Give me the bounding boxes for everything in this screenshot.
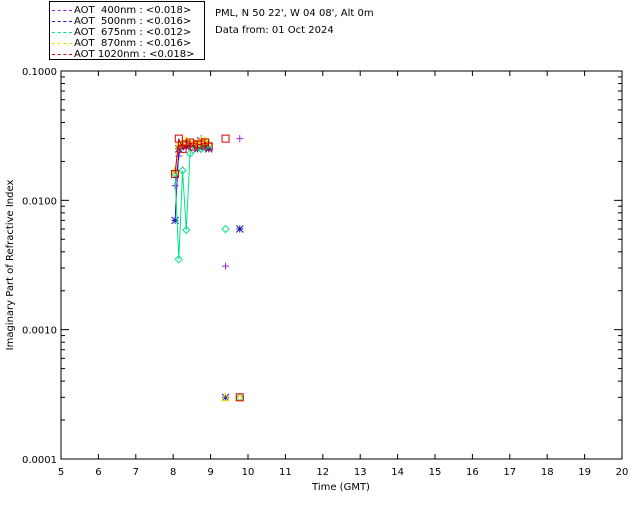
x-tick-label-15: 15 [429,467,442,478]
x-tick-label-18: 18 [541,467,554,478]
y-tick-label-0.0001: 0.0001 [22,455,57,466]
chart: 5 6 7 8 9 10 11 12 13 14 15 16 17 18 19 20 0.0001 0.0010… [5,67,629,493]
series-line-2 [174,143,209,260]
x-tick-label-9: 9 [207,467,213,478]
series-3-point-11 [235,392,245,402]
x-tick-label-19: 19 [578,467,591,478]
y-tick-label-0.0100: 0.0100 [22,196,57,207]
x-tick-label-11: 11 [279,467,292,478]
x-tick-label-6: 6 [95,467,101,478]
series-4-point-10 [221,134,230,143]
y-tick-label-0.0010: 0.0010 [22,326,57,337]
x-axis-label: Time (GMT) [311,482,370,493]
x-tick-label-10: 10 [242,467,255,478]
series-1-point-11 [235,225,244,233]
x-tick-label-13: 13 [354,467,367,478]
x-tick-label-12: 12 [316,467,329,478]
x-tick-label-17: 17 [503,467,516,478]
series-0-point-11 [236,135,244,143]
y-axis: 0.0001 0.0010 0.0100 0.1000 [22,67,622,466]
y-tick-label-0.1000: 0.1000 [22,67,57,78]
x-tick-label-5: 5 [58,467,64,478]
series-0-point-10 [222,262,230,270]
x-tick-label-16: 16 [466,467,479,478]
plot-frame [60,70,623,460]
series-2-point-10 [221,224,230,234]
x-tick-label-20: 20 [616,467,629,478]
x-tick-label-14: 14 [391,467,404,478]
y-axis-label: Imaginary Part of Refractive Index [5,180,16,351]
x-axis: 5 6 7 8 9 10 11 12 13 14 15 16 17 18 19 20 [58,71,629,478]
x-tick-label-8: 8 [170,467,176,478]
series-layer [170,134,245,402]
x-tick-label-7: 7 [133,467,139,478]
